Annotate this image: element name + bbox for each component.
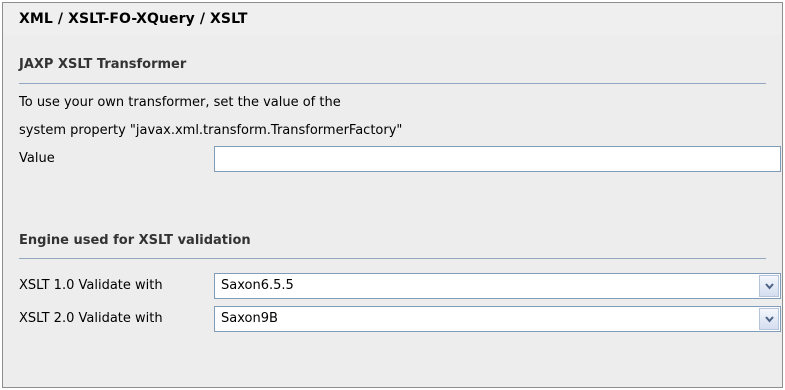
jaxp-section-divider — [19, 83, 766, 84]
page-title-bar: XML / XSLT-FO-XQuery / XSLT — [3, 3, 782, 35]
xslt10-dropdown-button[interactable] — [759, 275, 779, 297]
jaxp-description-line-2: system property "javax.xml.transform.Tra… — [19, 123, 403, 138]
xslt10-validator-dropdown[interactable]: Saxon6.5.5 — [214, 273, 781, 299]
page-title: XML / XSLT-FO-XQuery / XSLT — [19, 11, 248, 27]
chevron-down-icon — [765, 316, 774, 323]
xslt20-validator-selected-value: Saxon9B — [221, 311, 278, 326]
jaxp-description-line-1: To use your own transformer, set the val… — [19, 95, 341, 110]
chevron-down-icon — [765, 283, 774, 290]
xslt10-validator-selected-value: Saxon6.5.5 — [221, 278, 294, 293]
engine-section-heading: Engine used for XSLT validation — [19, 233, 251, 248]
engine-section-divider — [19, 258, 766, 259]
jaxp-section-heading: JAXP XSLT Transformer — [19, 57, 187, 72]
preferences-content: JAXP XSLT Transformer To use your own tr… — [3, 35, 782, 387]
value-label: Value — [19, 151, 55, 166]
preferences-panel: XML / XSLT-FO-XQuery / XSLT JAXP XSLT Tr… — [2, 2, 783, 388]
transformer-factory-value-input[interactable] — [214, 146, 781, 172]
xslt10-validate-label: XSLT 1.0 Validate with — [19, 278, 163, 293]
xslt20-dropdown-button[interactable] — [759, 308, 779, 330]
xslt20-validator-dropdown[interactable]: Saxon9B — [214, 306, 781, 332]
xslt20-validate-label: XSLT 2.0 Validate with — [19, 311, 163, 326]
